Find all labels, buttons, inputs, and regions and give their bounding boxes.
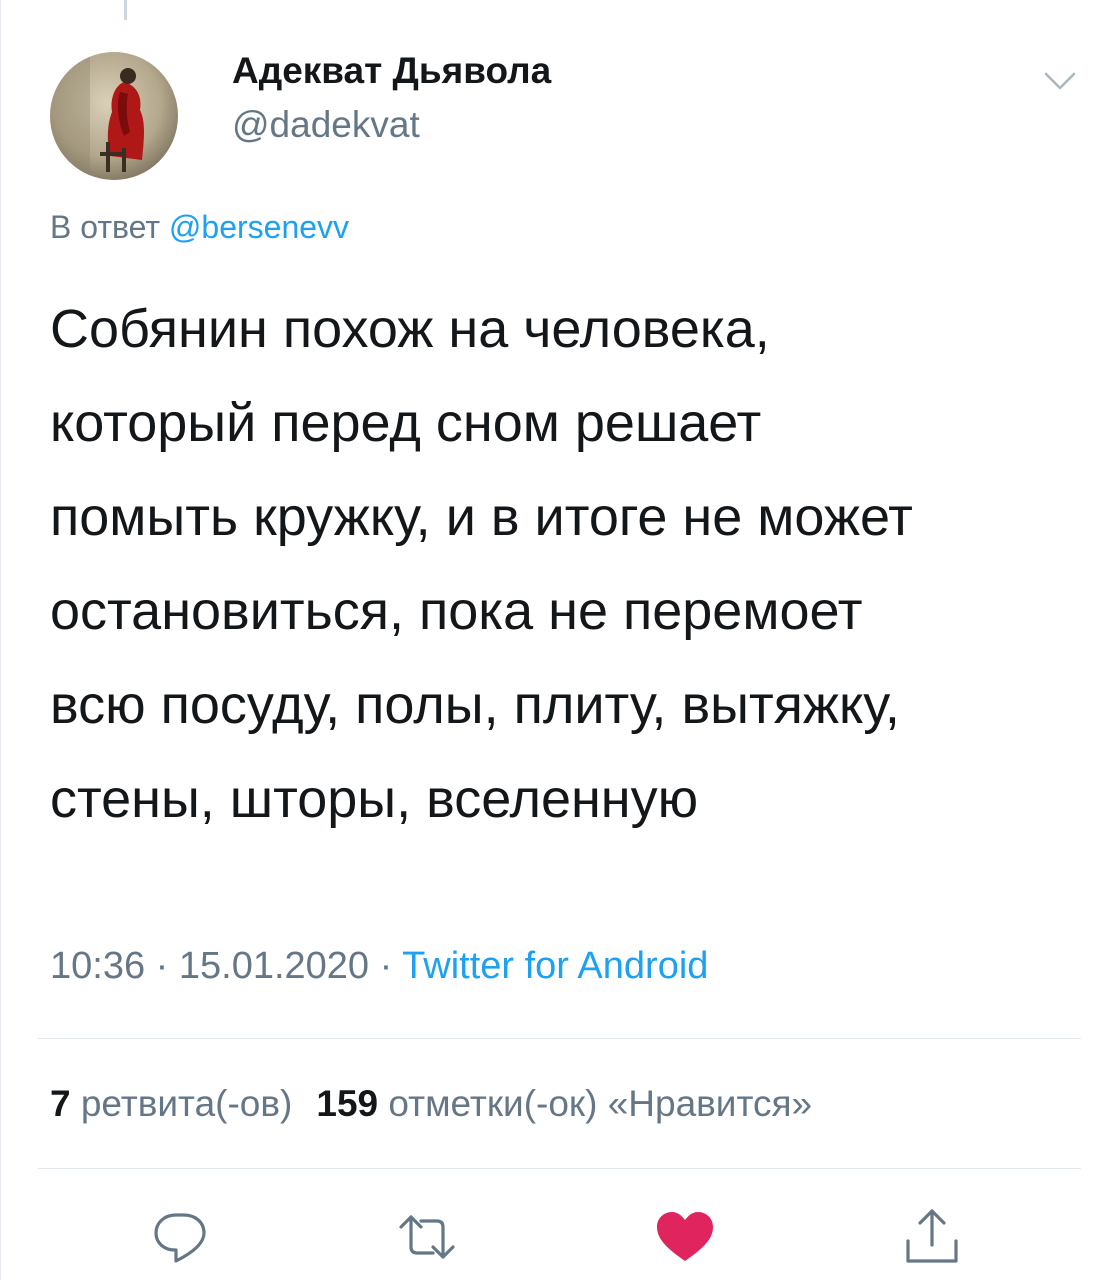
tweet-meta: 10:36 · 15.01.2020 · Twitter for Android — [50, 945, 708, 988]
comment-bubble-icon — [154, 1213, 206, 1263]
tweet-text-line: остановиться, пока не перемоет — [50, 581, 863, 641]
divider — [38, 1168, 1081, 1169]
retweets-label: ретвита(-ов) — [80, 1083, 293, 1124]
retweets-count: 7 — [50, 1083, 71, 1124]
tweet-stats: 7 ретвита(-ов) 159 отметки(-ок) «Нравится… — [50, 1083, 812, 1125]
reply-button[interactable] — [148, 1205, 212, 1269]
likes-stat[interactable]: 159 отметки(-ок) «Нравится» — [316, 1083, 812, 1124]
likes-label: отметки(-ок) «Нравится» — [388, 1083, 813, 1124]
tweet-source-link[interactable]: Twitter for Android — [402, 945, 708, 987]
left-border — [0, 0, 1, 1280]
heart-icon — [657, 1212, 713, 1261]
tweet-text-line: который перед сном решает — [50, 393, 762, 453]
likes-count: 159 — [316, 1083, 379, 1124]
retweet-arrows-icon — [399, 1215, 455, 1259]
chevron-down-icon[interactable] — [1040, 66, 1080, 96]
tweet-text-line: стены, шторы, вселенную — [50, 769, 699, 829]
tweet-text: Собянин похож на человека, который перед… — [50, 282, 1080, 846]
tweet-time: 10:36 — [50, 945, 146, 987]
share-button[interactable] — [900, 1205, 964, 1269]
avatar[interactable] — [50, 52, 178, 180]
tweet-date: 15.01.2020 — [178, 945, 370, 987]
author-handle[interactable]: @dadekvat — [232, 104, 420, 146]
author-display-name[interactable]: Адекват Дьявола — [232, 50, 551, 92]
meta-separator: · — [155, 945, 169, 987]
meta-separator: · — [379, 945, 393, 987]
tweet-text-line: помыть кружку, и в итоге не может — [50, 487, 913, 547]
retweets-stat[interactable]: 7 ретвита(-ов) — [50, 1083, 292, 1124]
reply-to-prefix: В ответ — [50, 209, 161, 245]
tweet-text-line: всю посуду, полы, плиту, вытяжку, — [50, 675, 900, 735]
tweet-text-line: Собянин похож на человека, — [50, 299, 770, 359]
reply-to-mention[interactable]: @bersenevv — [169, 209, 349, 245]
share-upload-icon — [906, 1209, 958, 1263]
reply-to-line: В ответ @bersenevv — [50, 209, 349, 246]
like-button[interactable] — [653, 1205, 717, 1269]
thread-connector-line — [124, 0, 127, 20]
retweet-button[interactable] — [395, 1205, 459, 1269]
divider — [38, 1038, 1081, 1039]
